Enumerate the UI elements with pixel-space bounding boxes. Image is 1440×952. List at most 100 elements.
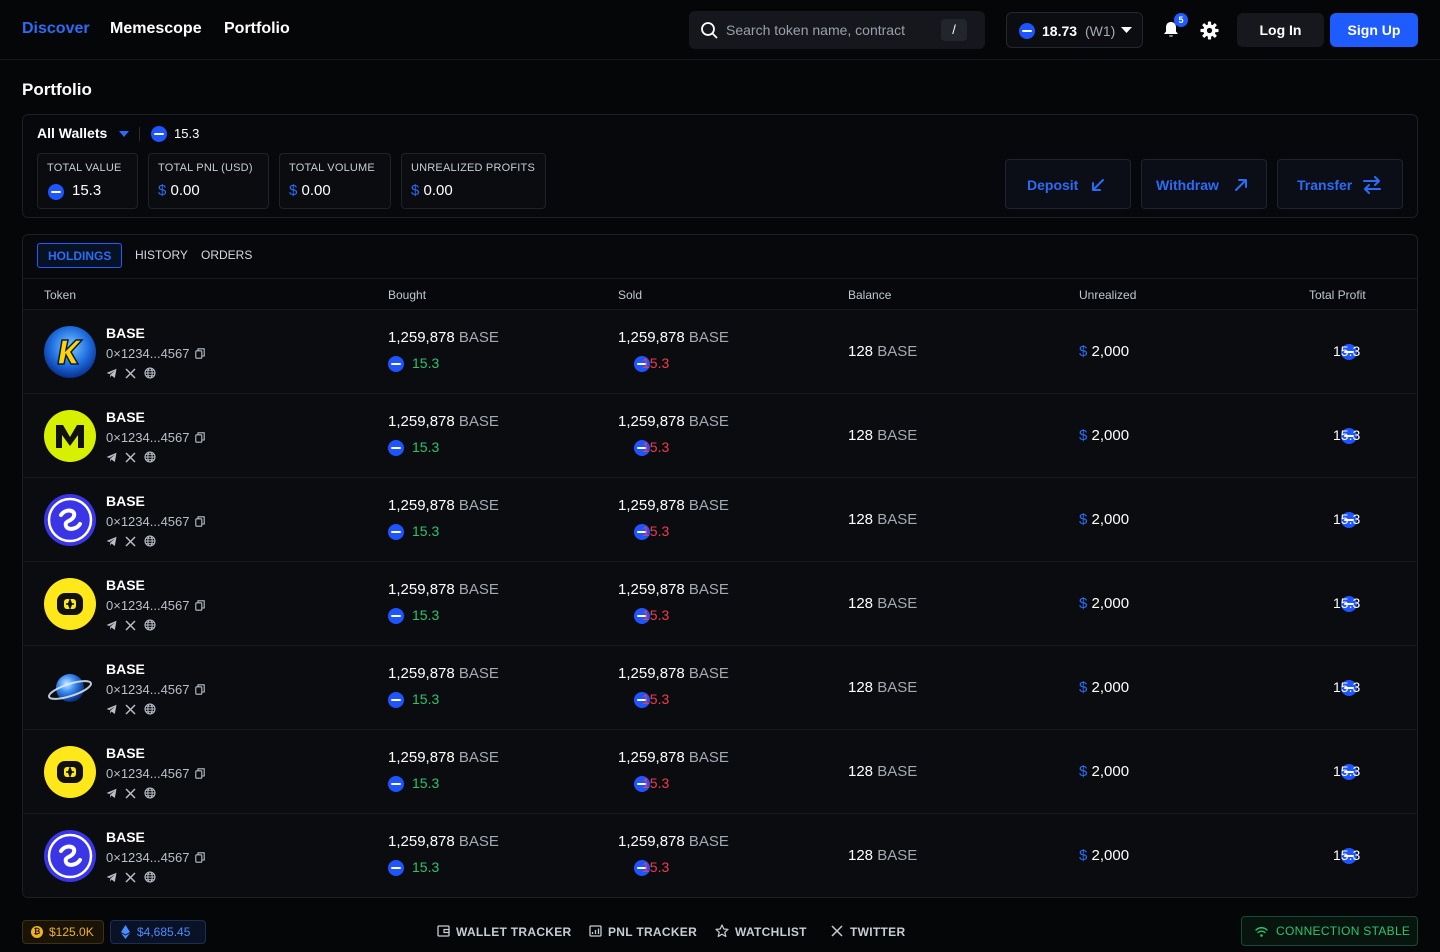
telegram-icon[interactable] xyxy=(106,620,117,631)
bought-amount: 1,259,878 BASE xyxy=(388,665,499,682)
column-sold: Sold xyxy=(618,288,643,302)
globe-icon[interactable] xyxy=(144,787,156,799)
token-k-logo xyxy=(44,326,96,378)
total-profit-value: 15.3 xyxy=(1333,343,1361,359)
globe-icon[interactable] xyxy=(144,367,156,379)
globe-icon[interactable] xyxy=(144,703,156,715)
nav-portfolio[interactable]: Portfolio xyxy=(224,20,290,38)
token-m-logo xyxy=(44,410,96,462)
globe-icon[interactable] xyxy=(144,535,156,547)
bought-value: 15.3 xyxy=(412,523,440,539)
coin-icon xyxy=(1019,23,1035,40)
nav-memescope[interactable]: Memescope xyxy=(110,20,202,38)
sold-amount: 1,259,878 BASE xyxy=(618,749,729,766)
wallet-amount: 18.73 xyxy=(1042,23,1078,39)
token-socials xyxy=(106,870,156,883)
balance-value: 128 BASE xyxy=(848,511,918,528)
copy-icon[interactable] xyxy=(194,516,205,527)
x-logo-icon[interactable] xyxy=(125,368,136,379)
deposit-button[interactable]: Deposit xyxy=(1005,159,1131,209)
telegram-icon[interactable] xyxy=(106,872,117,883)
footer-bar: ₿ $125.0K $4,685.45 WALLET TRACKER PNL T… xyxy=(0,912,1440,952)
telegram-icon[interactable] xyxy=(106,704,117,715)
total-profit-value: 15.3 xyxy=(1333,511,1361,527)
search-input[interactable] xyxy=(726,20,936,40)
telegram-icon[interactable] xyxy=(106,452,117,463)
eth-price-badge[interactable]: $4,685.45 xyxy=(110,920,206,944)
wallet-filter-dropdown[interactable]: All Wallets xyxy=(37,125,130,143)
table-row[interactable]: BASE 0×1234...4567 1,259,878 BASE 15.3 1,259… xyxy=(23,646,1417,730)
table-row[interactable]: BASE 0×1234...4567 1,259,878 BASE 15.3 1,259… xyxy=(23,310,1417,394)
copy-icon[interactable] xyxy=(194,684,205,695)
balance-value: 128 BASE xyxy=(848,595,918,612)
copy-icon[interactable] xyxy=(194,768,205,779)
holdings-panel: HOLDINGS HISTORY ORDERS Token Bought Sol… xyxy=(22,234,1418,898)
sold-amount: 1,259,878 BASE xyxy=(618,413,729,430)
telegram-icon[interactable] xyxy=(106,536,117,547)
bought-amount: 1,259,878 BASE xyxy=(388,749,499,766)
wallet-label: (W1) xyxy=(1085,23,1116,39)
table-row[interactable]: BASE 0×1234...4567 1,259,878 BASE 15.3 1,259… xyxy=(23,730,1417,814)
table-row[interactable]: BASE 0×1234...4567 1,259,878 BASE 15.3 1,259… xyxy=(23,562,1417,646)
tab-orders[interactable]: ORDERS xyxy=(201,243,252,268)
btc-price-badge[interactable]: ₿ $125.0K xyxy=(22,920,104,944)
page-title: Portfolio xyxy=(22,80,92,99)
sold-value: 15.3 xyxy=(642,775,670,791)
gear-icon[interactable] xyxy=(1200,21,1219,40)
btc-price: $125.0K xyxy=(49,925,94,939)
signup-button[interactable]: Sign Up xyxy=(1330,13,1418,47)
coin-icon xyxy=(388,524,404,541)
x-logo-icon[interactable] xyxy=(125,872,136,883)
login-button[interactable]: Log In xyxy=(1237,13,1324,47)
total-profit-value: 15.3 xyxy=(1333,427,1361,443)
bitcoin-icon: ₿ xyxy=(31,926,43,938)
dollar-sign: $ xyxy=(289,182,298,199)
globe-icon[interactable] xyxy=(144,871,156,883)
sold-amount: 1,259,878 BASE xyxy=(618,833,729,850)
x-logo-icon[interactable] xyxy=(125,452,136,463)
x-logo-icon[interactable] xyxy=(125,536,136,547)
stat-value: 0.00 xyxy=(301,182,331,199)
top-navbar: Discover Memescope Portfolio / 18.73 (W1… xyxy=(0,0,1440,60)
chevron-down-icon xyxy=(1121,27,1132,33)
x-logo-icon[interactable] xyxy=(125,620,136,631)
token-yellow-square-logo xyxy=(44,578,96,630)
notifications-button[interactable]: 5 xyxy=(1160,13,1188,42)
copy-icon[interactable] xyxy=(194,432,205,443)
copy-icon[interactable] xyxy=(194,348,205,359)
token-name: BASE xyxy=(106,661,145,677)
nav-discover[interactable]: Discover xyxy=(22,20,90,38)
globe-icon[interactable] xyxy=(144,451,156,463)
copy-icon[interactable] xyxy=(194,600,205,611)
column-bought: Bought xyxy=(388,288,427,302)
globe-icon[interactable] xyxy=(144,619,156,631)
unrealized-value: $ 2,000 xyxy=(1079,427,1130,444)
withdraw-button[interactable]: Withdraw xyxy=(1141,159,1267,209)
table-row[interactable]: BASE 0×1234...4567 1,259,878 BASE 15.3 1,259… xyxy=(23,394,1417,478)
telegram-icon[interactable] xyxy=(106,788,117,799)
copy-icon[interactable] xyxy=(194,852,205,863)
wallet-selector[interactable]: 18.73 (W1) xyxy=(1006,12,1143,48)
sold-amount: 1,259,878 BASE xyxy=(618,665,729,682)
token-address: 0×1234...4567 xyxy=(106,346,205,361)
table-row[interactable]: BASE 0×1234...4567 1,259,878 BASE 15.3 1,259… xyxy=(23,478,1417,562)
coin-icon xyxy=(388,440,404,457)
balance-value: 128 BASE xyxy=(848,763,918,780)
transfer-button[interactable]: Transfer xyxy=(1277,159,1403,209)
total-profit-value: 15.3 xyxy=(1333,763,1361,779)
telegram-icon[interactable] xyxy=(106,368,117,379)
tab-history[interactable]: HISTORY xyxy=(135,243,188,268)
sold-value: 15.3 xyxy=(642,691,670,707)
tab-holdings[interactable]: HOLDINGS xyxy=(37,243,123,268)
coin-icon xyxy=(388,608,404,625)
x-logo-icon[interactable] xyxy=(125,788,136,799)
withdraw-label: Withdraw xyxy=(1156,177,1219,193)
bought-amount: 1,259,878 BASE xyxy=(388,833,499,850)
dollar-sign: $ xyxy=(411,182,420,199)
x-logo-icon[interactable] xyxy=(125,704,136,715)
transfer-label: Transfer xyxy=(1297,177,1353,193)
table-row[interactable]: BASE 0×1234...4567 1,259,878 BASE 15.3 1,259… xyxy=(23,814,1417,897)
portfolio-summary: All Wallets 15.3 TOTAL VALUE 15.3 TOTAL … xyxy=(22,114,1418,218)
bought-value: 15.3 xyxy=(412,691,440,707)
search-bar: / xyxy=(689,11,985,49)
